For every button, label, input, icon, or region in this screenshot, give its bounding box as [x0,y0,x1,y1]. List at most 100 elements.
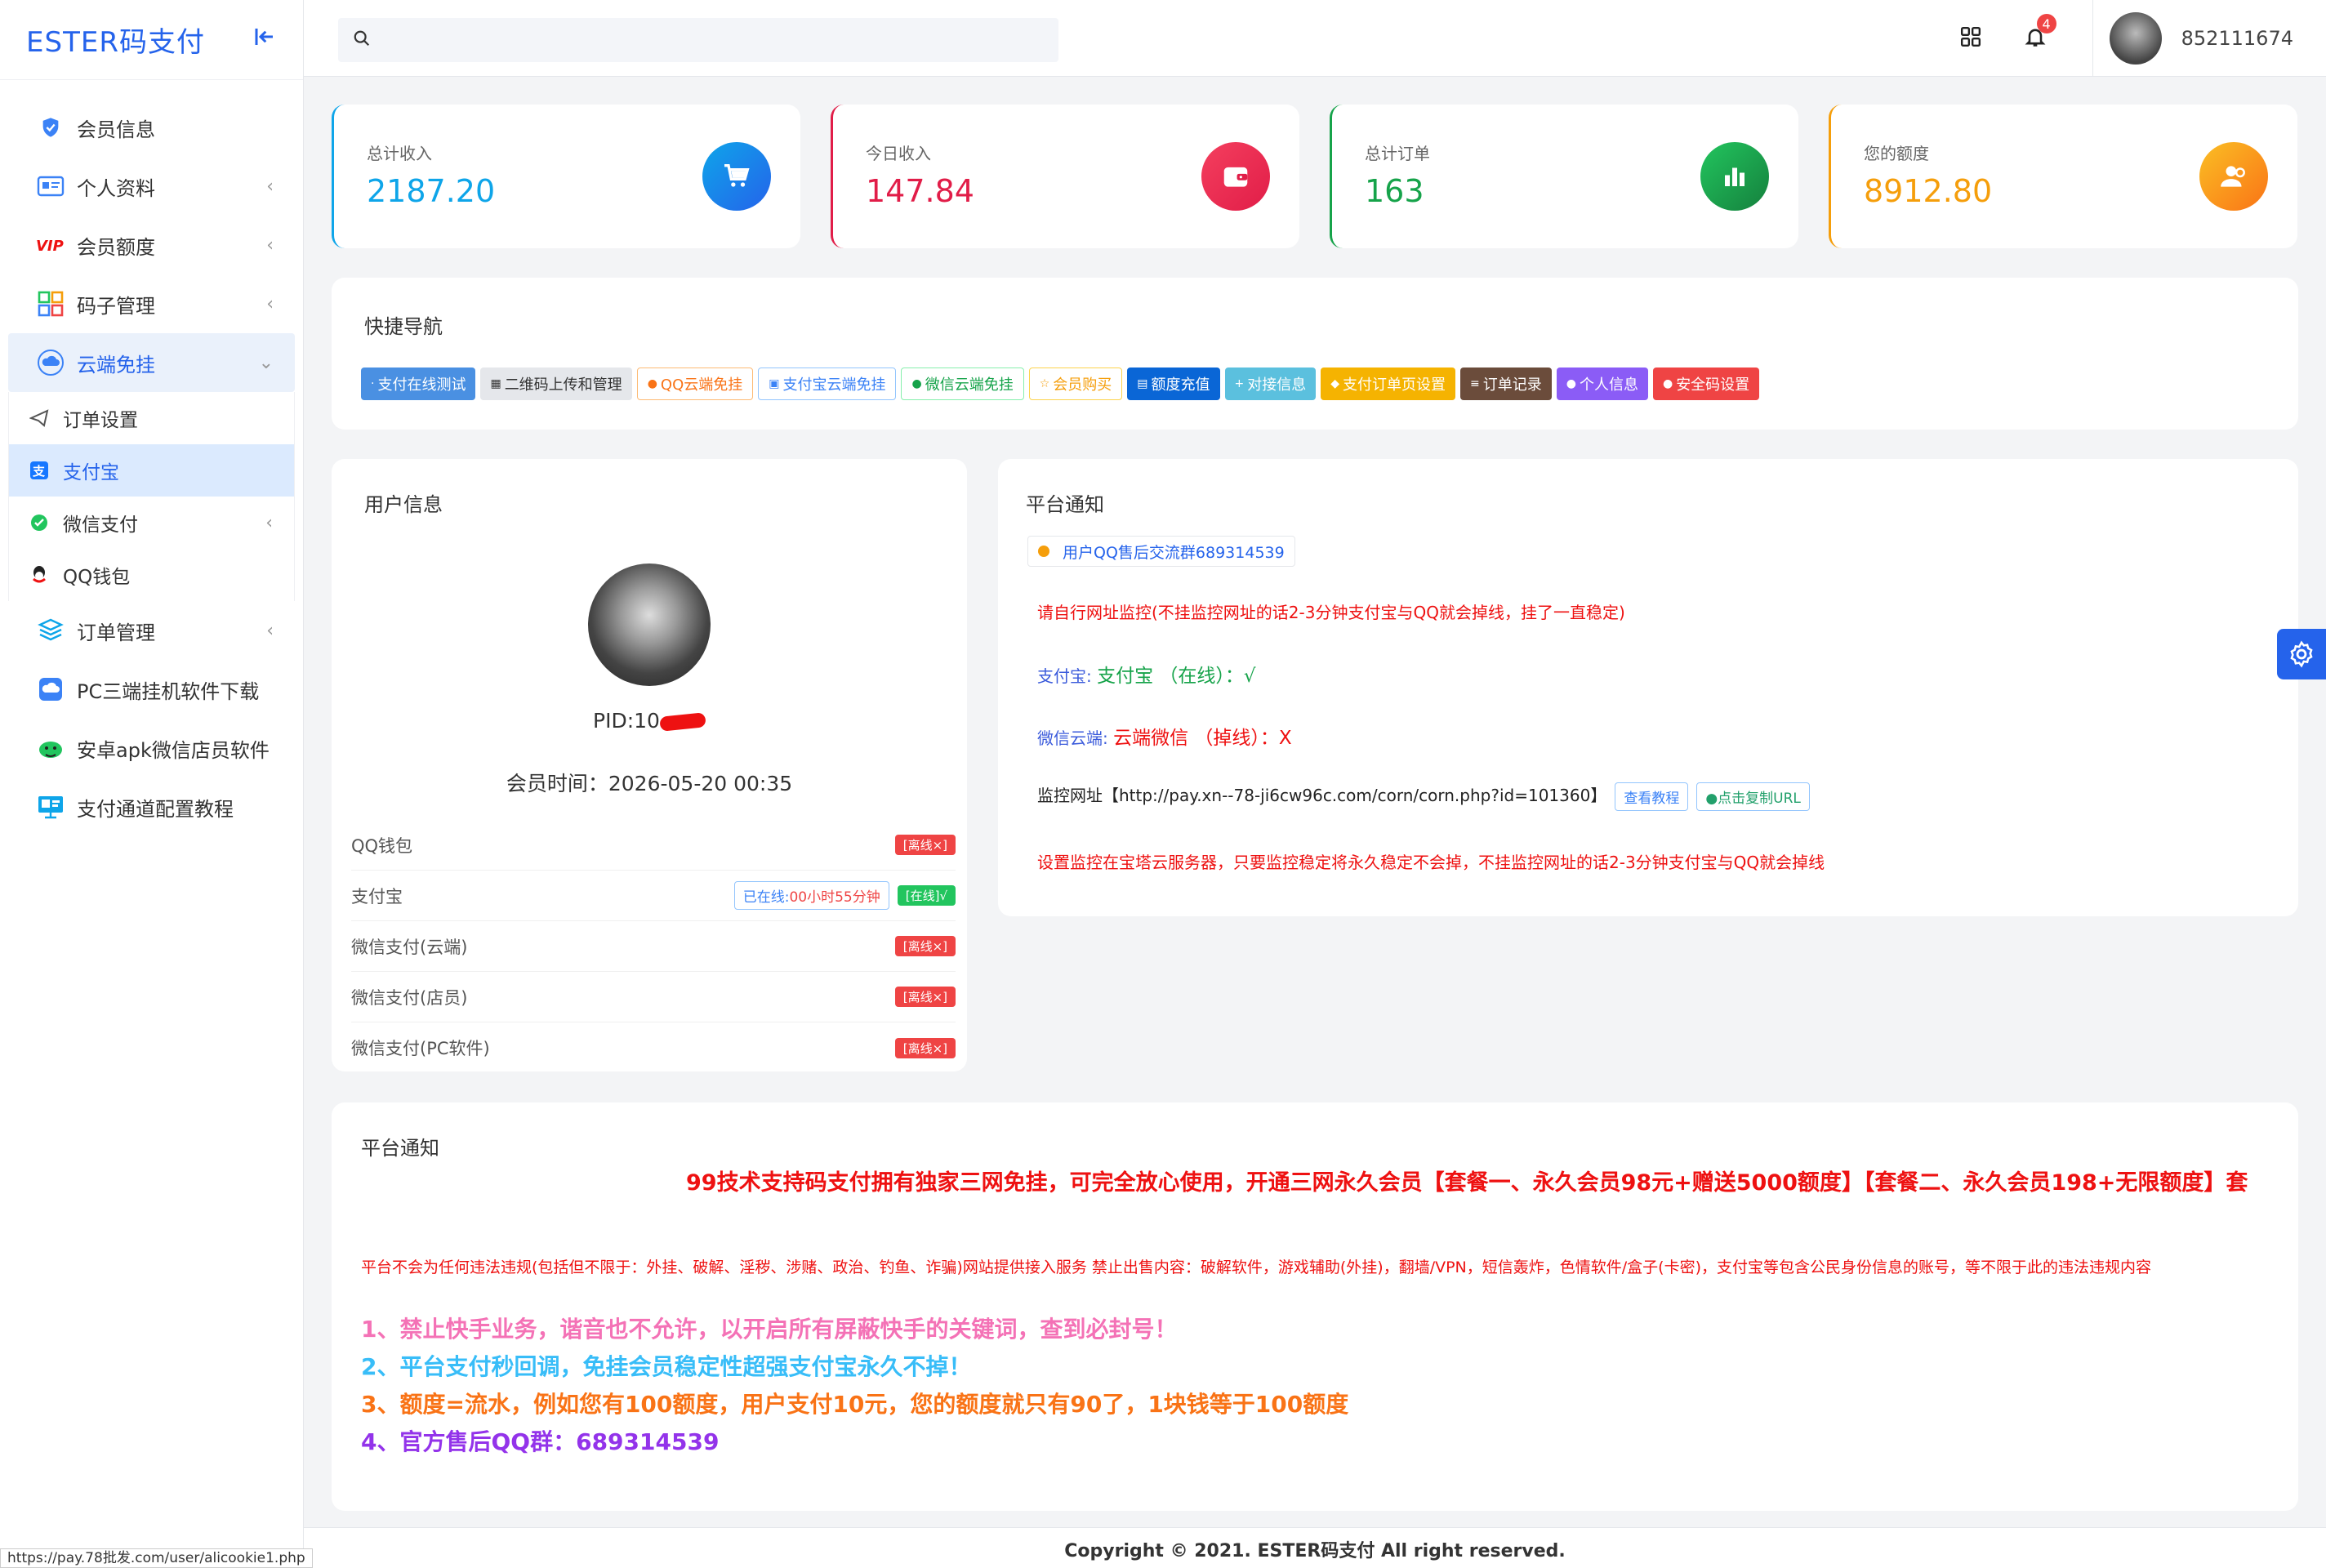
topbar: 4 852111674 [304,0,2326,77]
sidebar-item-label: PC三端挂机软件下载 [77,679,260,703]
status-badge: [离线×] [894,835,956,855]
chevron-left-icon: ‹ [266,176,274,197]
pid-label: PID:10 [332,709,967,733]
notice-alipay-status: 支付宝: 支付宝 （在线）：√ [1037,666,1256,687]
collapse-sidebar-icon[interactable] [252,24,277,55]
quick-btn-personal-info[interactable]: ● 个人信息 [1556,368,1648,400]
cart-icon [702,142,771,211]
sidebar-item-label: 支付通道配置教程 [77,797,234,821]
qq-group-chip[interactable]: 用户QQ售后交流群689314539 [1027,536,1295,567]
user-info-title: 用户信息 [364,493,443,516]
sidebar-item-channel-tutorial[interactable]: 支付通道配置教程 [8,777,295,836]
quick-btn-pay-test[interactable]: · 支付在线测试 [361,368,476,400]
channel-name: 微信支付(店员) [351,987,468,1008]
quick-btn-order-record[interactable]: ≡ 订单记录 [1460,368,1552,400]
shield-icon: ◆ [1330,377,1340,390]
quick-btn-qq-cloud[interactable]: ● QQ云端免挂 [636,368,754,400]
stat-value: 2187.20 [367,173,496,209]
sidebar-sub-alipay[interactable]: 支 支付宝 [9,444,294,497]
cloud-download-icon [34,673,67,706]
sidebar-item-label: 会员信息 [77,118,155,141]
member-time: 会员时间：2026-05-20 00:35 [506,772,793,795]
qq-icon: ● [647,377,657,390]
quick-btn-qrcode[interactable]: ▦ 二维码上传和管理 [480,368,632,400]
bar-chart-icon [1700,142,1769,211]
notice-monitor-url: 监控网址【http://pay.xn--78-ji6cw96c.com/corn… [1037,782,1810,811]
settings-gear-icon[interactable] [2277,629,2326,679]
sidebar-item-cloud[interactable]: 云端免挂 ⌄ [8,333,295,392]
sidebar-item-code-manage[interactable]: 码子管理 ‹ [8,274,295,333]
avatar [2109,12,2162,65]
quick-btn-api-info[interactable]: + 对接信息 [1224,368,1317,400]
quick-btn-wechat-cloud[interactable]: ● 微信云端免挂 [901,368,1024,400]
browser-status-url: https://pay.78批发.com/user/alicookie1.php [0,1548,313,1568]
chevron-down-icon: ⌄ [258,352,274,373]
quick-btn-security-code[interactable]: ● 安全码设置 [1652,368,1760,400]
list-icon: ≡ [1470,377,1480,390]
cloud-submenu: 订单设置 支 支付宝 微信支付 ‹ QQ钱包 [8,392,295,601]
bottom-notice-card: 平台通知 99技术支持码支付拥有独家三网免挂，可完全放心使用，开通三网永久会员【… [332,1102,2298,1511]
channel-name: 支付宝 [351,886,403,906]
footer: Copyright © 2021. ESTER码支付 All right res… [304,1527,2326,1568]
grid-icon [34,287,67,320]
quick-btn-pay-page[interactable]: ◆ 支付订单页设置 [1321,368,1456,400]
sidebar-item-member-info[interactable]: 会员信息 [8,98,295,157]
app-logo[interactable]: ESTER码支付 [26,20,252,60]
sidebar-item-profile[interactable]: 个人资料 ‹ [8,157,295,216]
sidebar-sub-qq-wallet[interactable]: QQ钱包 [9,549,294,601]
search-input[interactable] [338,18,1058,62]
view-tutorial-button[interactable]: 查看教程 [1615,782,1689,811]
sidebar-item-pc-download[interactable]: PC三端挂机软件下载 [8,660,295,719]
quick-nav-title: 快捷导航 [364,315,443,338]
stat-value: 147.84 [866,173,974,209]
send-icon [27,406,51,430]
sidebar-item-order-manage[interactable]: 订单管理 ‹ [8,601,295,660]
status-badge: [离线×] [894,1037,956,1058]
apps-grid-icon[interactable] [1960,26,1981,51]
quick-btn-buy-member[interactable]: ☆ 会员购买 [1028,368,1123,400]
stat-value: 163 [1365,173,1424,209]
vip-icon: VIP [34,229,67,261]
chevron-left-icon: ‹ [266,234,274,256]
plus-icon: + [1234,377,1245,390]
sidebar-item-label: 码子管理 [77,294,155,318]
sidebar-sub-order-settings[interactable]: 订单设置 [9,392,294,444]
rule-2: 2、平台支付秒回调，免挂会员稳定性超强支付宝永久不掉！ [361,1353,972,1380]
quick-btn-recharge[interactable]: ▤ 额度充值 [1127,368,1220,400]
notice-monitor-server: 设置监控在宝塔云服务器，只要监控稳定将永久稳定不会掉，不挂监控网址的话2-3分钟… [1037,853,1825,872]
sidebar-item-member-quota[interactable]: VIP 会员额度 ‹ [8,216,295,274]
wallet-icon [1201,142,1270,211]
stat-label: 总计收入 [367,144,432,163]
stat-card-today-income: 今日收入 147.84 [831,105,1299,248]
alipay-icon: 支 [27,458,51,483]
stat-label: 总计订单 [1365,144,1430,163]
stat-value: 8912.80 [1864,173,1993,209]
quick-nav-buttons: · 支付在线测试 ▦ 二维码上传和管理 ● QQ云端免挂 ▣ 支付宝云端免挂 ● 微信云端… [361,368,1760,400]
status-badge: [离线×] [894,987,956,1007]
sidebar-sub-label: 微信支付 [63,514,138,536]
sidebar-sub-label: QQ钱包 [63,567,131,588]
android-icon [34,732,67,764]
quick-btn-alipay-cloud[interactable]: ▣ 支付宝云端免挂 [758,368,897,400]
svg-text:VIP: VIP [36,238,64,255]
sidebar-item-label: 订单管理 [77,621,155,644]
platform-notice-card: 平台通知 用户QQ售后交流群689314539 请自行网址监控(不挂监控网址的话… [998,459,2298,916]
sidebar-item-android-apk[interactable]: 安卓apk微信店员软件 [8,719,295,777]
sidebar-sub-wechat[interactable]: 微信支付 ‹ [9,497,294,549]
bottom-notice-title: 平台通知 [361,1137,439,1160]
wechat-icon: ● [911,377,922,390]
notice-wechat-status: 微信云端: 云端微信 （掉线）：X [1037,728,1292,749]
notification-bell-icon[interactable]: 4 [2024,14,2056,51]
copy-url-button[interactable]: ●点击复制URL [1696,782,1810,811]
card-icon: ▤ [1137,377,1148,390]
stat-card-total-orders: 总计订单 163 [1330,105,1798,248]
search-icon [353,29,371,51]
sidebar-item-label: 会员额度 [77,235,155,259]
platform-notice-title: 平台通知 [1026,493,1104,516]
shield-icon [34,111,67,144]
redaction-mark [659,712,706,732]
sidebar-sub-label: 订单设置 [63,410,138,431]
rule-4: 4、官方售后QQ群：689314539 [361,1428,720,1455]
user-menu[interactable]: 852111674 [2092,0,2326,77]
online-time-badge: 已在线:00小时55分钟 [733,881,889,910]
